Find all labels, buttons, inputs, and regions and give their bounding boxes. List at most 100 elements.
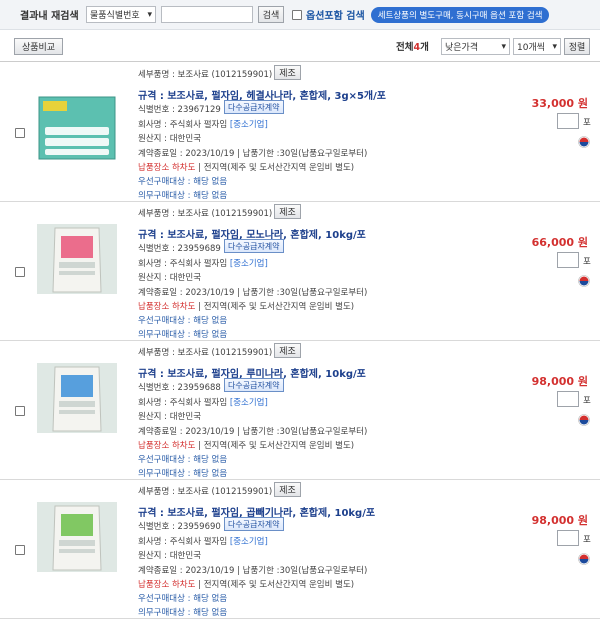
product-image[interactable] — [37, 502, 117, 572]
company-name-text: 회사명 : 주식회사 펄자임 — [138, 259, 228, 269]
total-prefix: 전체 — [396, 42, 414, 53]
option-include-label[interactable]: 옵션포함 검색 — [306, 7, 365, 22]
contract-info: 계약종료일 : 2023/10/19 | 납품기한 :30일(납품요구일로부터) — [138, 427, 368, 437]
search-field-select[interactable]: 물품식별번호 ▾ — [86, 6, 156, 23]
delivery-place: 납품장소 하차도 — [138, 441, 196, 451]
sme-tag: [중소기업] — [229, 537, 268, 547]
delivery-info: 납품장소 하차도 | 전지역(제주 및 도서산간지역 운임비 별도) — [138, 161, 354, 173]
refine-search-input[interactable] — [161, 6, 253, 23]
product-price: 98,000 원 — [531, 375, 588, 388]
result-toolbar: 상품비교 전체4개 낮은가격 ▾ 10개씩 ▾ 정렬 — [0, 30, 600, 62]
delivery-place: 납품장소 하차도 — [138, 580, 196, 590]
chevron-down-icon: ▾ — [501, 41, 506, 52]
sort-order-select[interactable]: 낮은가격 ▾ — [441, 38, 510, 55]
company-name-text: 회사명 : 주식회사 펄자임 — [138, 120, 228, 130]
quantity-input[interactable] — [557, 530, 579, 546]
delivery-region: | 전지역(제주 및 도서산간지역 운임비 별도) — [195, 441, 355, 451]
government-emblem-icon — [578, 275, 590, 287]
origin: 원산지 : 대한민국 — [138, 273, 202, 283]
mandatory-purchase: 의무구매대상 : 해당 없음 — [138, 191, 228, 201]
total-count: 전체4개 — [396, 39, 429, 53]
priority-purchase: 우선구매대상 : 해당 없음 — [138, 316, 228, 326]
chevron-down-icon: ▾ — [147, 9, 152, 20]
product-id: 식별번호 : 23959688 — [138, 383, 221, 393]
refine-search-label: 결과내 재검색 — [20, 11, 79, 22]
contract-type-badge[interactable]: 다수공급자계약 — [224, 100, 284, 114]
contract-type-badge[interactable]: 다수공급자계약 — [224, 239, 284, 253]
delivery-info: 납품장소 하차도 | 전지역(제주 및 도서산간지역 운임비 별도) — [138, 439, 354, 451]
search-button[interactable]: 검색 — [258, 6, 284, 23]
manufacture-button[interactable]: 제조 — [274, 482, 301, 497]
product-row: 세부품명 : 보조사료 (1012159901) 제조 규격 : 보조사료, 펄… — [0, 63, 600, 202]
government-emblem-icon — [578, 553, 590, 565]
contract-type-badge[interactable]: 다수공급자계약 — [224, 517, 284, 531]
delivery-region: | 전지역(제주 및 도서산간지역 운임비 별도) — [195, 163, 355, 173]
delivery-region: | 전지역(제주 및 도서산간지역 운임비 별도) — [195, 302, 355, 312]
product-id: 식별번호 : 23959689 — [138, 244, 221, 254]
chevron-down-icon: ▾ — [552, 41, 557, 52]
product-row: 세부품명 : 보조사료 (1012159901) 제조 규격 : 보조사료, 펄… — [0, 202, 600, 341]
company-name-text: 회사명 : 주식회사 펄자임 — [138, 398, 228, 408]
contract-info: 계약종료일 : 2023/10/19 | 납품기한 :30일(납품요구일로부터) — [138, 566, 368, 576]
manufacture-button[interactable]: 제조 — [274, 343, 301, 358]
product-select-checkbox[interactable] — [15, 545, 25, 555]
product-price: 98,000 원 — [531, 514, 588, 527]
product-select-checkbox[interactable] — [15, 128, 25, 138]
product-category: 세부품명 : 보조사료 (1012159901) — [138, 209, 273, 219]
product-select-checkbox[interactable] — [15, 267, 25, 277]
product-id: 식별번호 : 23967129 — [138, 105, 221, 115]
quantity-unit: 포 — [583, 396, 591, 406]
delivery-region: | 전지역(제주 및 도서산간지역 운임비 별도) — [195, 580, 355, 590]
mandatory-purchase: 의무구매대상 : 해당 없음 — [138, 469, 228, 479]
product-image[interactable] — [37, 93, 117, 163]
quantity-unit: 포 — [583, 257, 591, 267]
product-category: 세부품명 : 보조사료 (1012159901) — [138, 348, 273, 358]
sme-tag: [중소기업] — [229, 398, 268, 408]
product-price: 66,000 원 — [531, 236, 588, 249]
company-name: 회사명 : 주식회사 펄자임 [중소기업] — [138, 535, 268, 547]
mandatory-purchase: 의무구매대상 : 해당 없음 — [138, 330, 228, 340]
mandatory-purchase: 의무구매대상 : 해당 없음 — [138, 608, 228, 618]
company-name-text: 회사명 : 주식회사 펄자임 — [138, 537, 228, 547]
origin: 원산지 : 대한민국 — [138, 134, 202, 144]
page-size-select[interactable]: 10개씩 ▾ — [513, 38, 561, 55]
delivery-info: 납품장소 하차도 | 전지역(제주 및 도서산간지역 운임비 별도) — [138, 578, 354, 590]
government-emblem-icon — [578, 136, 590, 148]
option-include-checkbox[interactable] — [292, 9, 302, 20]
product-category: 세부품명 : 보조사료 (1012159901) — [138, 70, 273, 80]
product-image[interactable] — [37, 224, 117, 294]
company-name: 회사명 : 주식회사 펄자임 [중소기업] — [138, 257, 268, 269]
quantity-input[interactable] — [557, 391, 579, 407]
product-category: 세부품명 : 보조사료 (1012159901) — [138, 487, 273, 497]
set-option-notice: 세트상품의 별도구매, 동시구매 옵션 포함 검색 — [370, 6, 550, 23]
company-name: 회사명 : 주식회사 펄자임 [중소기업] — [138, 396, 268, 408]
total-suffix: 개 — [420, 42, 429, 53]
product-row: 세부품명 : 보조사료 (1012159901) 제조 규격 : 보조사료, 펄… — [0, 480, 600, 619]
quantity-unit: 포 — [583, 118, 591, 128]
compare-button[interactable]: 상품비교 — [14, 38, 63, 55]
quantity-unit: 포 — [583, 535, 591, 545]
sort-button[interactable]: 정렬 — [564, 38, 590, 55]
product-image[interactable] — [37, 363, 117, 433]
delivery-info: 납품장소 하차도 | 전지역(제주 및 도서산간지역 운임비 별도) — [138, 300, 354, 312]
page-size-value: 10개씩 — [517, 43, 546, 53]
priority-purchase: 우선구매대상 : 해당 없음 — [138, 455, 228, 465]
sme-tag: [중소기업] — [229, 120, 268, 130]
manufacture-button[interactable]: 제조 — [274, 65, 301, 80]
product-row: 세부품명 : 보조사료 (1012159901) 제조 규격 : 보조사료, 펄… — [0, 341, 600, 480]
product-select-checkbox[interactable] — [15, 406, 25, 416]
contract-info: 계약종료일 : 2023/10/19 | 납품기한 :30일(납품요구일로부터) — [138, 288, 368, 298]
company-name: 회사명 : 주식회사 펄자임 [중소기업] — [138, 118, 268, 130]
contract-type-badge[interactable]: 다수공급자계약 — [224, 378, 284, 392]
refine-search-bar: 결과내 재검색 물품식별번호 ▾ 검색 옵션포함 검색 세트상품의 별도구매, … — [0, 0, 600, 30]
manufacture-button[interactable]: 제조 — [274, 204, 301, 219]
product-id: 식별번호 : 23959690 — [138, 522, 221, 532]
quantity-input[interactable] — [557, 113, 579, 129]
origin: 원산지 : 대한민국 — [138, 551, 202, 561]
delivery-place: 납품장소 하차도 — [138, 302, 196, 312]
quantity-input[interactable] — [557, 252, 579, 268]
sme-tag: [중소기업] — [229, 259, 268, 269]
origin: 원산지 : 대한민국 — [138, 412, 202, 422]
product-price: 33,000 원 — [531, 97, 588, 110]
search-field-select-value: 물품식별번호 — [90, 11, 140, 21]
